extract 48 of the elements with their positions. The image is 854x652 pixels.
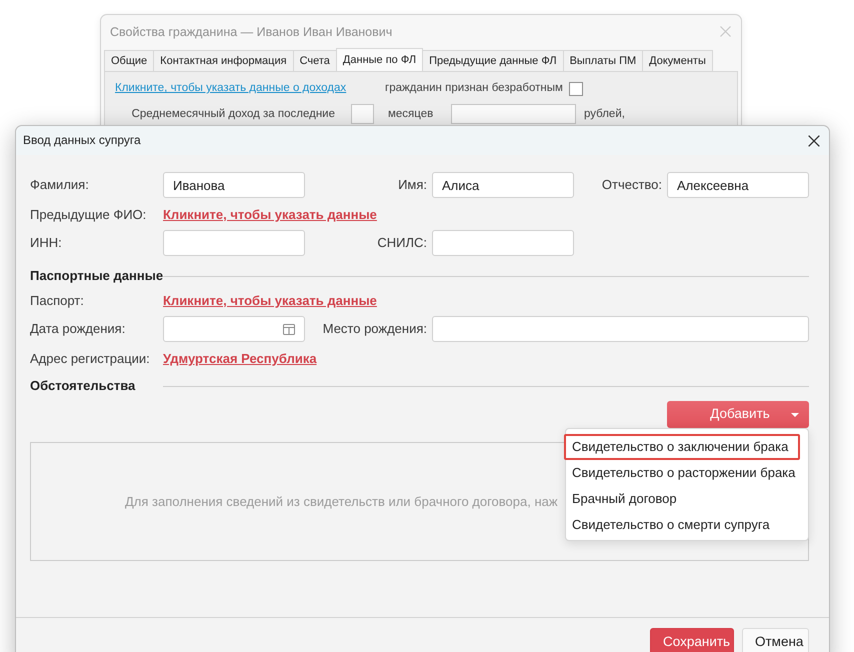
tab[interactable]: Выплаты ПМ (562, 50, 644, 71)
first-name-label: Имя: (398, 177, 427, 193)
menu-item[interactable]: Свидетельство о расторжении брака (564, 460, 800, 486)
birth-date-label: Дата рождения: (30, 321, 126, 337)
patronymic-field[interactable]: Алексеевна (667, 172, 809, 198)
unemployed-checkbox[interactable] (568, 82, 583, 96)
months-label: месяцев (388, 106, 434, 122)
previous-names-label: Предыдущие ФИО: (30, 207, 146, 223)
unemployed-label: гражданин признан безработным (385, 81, 563, 96)
registration-address-label: Адрес регистрации: (30, 351, 150, 367)
registration-address-link[interactable]: Удмуртская Республика (163, 351, 317, 367)
average-income-label: Среднемесячный доход за последние (132, 106, 335, 122)
caret-icon (791, 412, 799, 416)
tab[interactable]: Общие (104, 50, 154, 71)
inn-field[interactable] (163, 230, 305, 256)
snils-field[interactable] (432, 230, 574, 256)
patronymic-label: Отчество: (602, 177, 662, 193)
last-name-field[interactable]: Иванова (163, 172, 305, 198)
inn-label: ИНН: (30, 235, 62, 251)
menu-item[interactable]: Свидетельство о заключении брака (564, 434, 800, 460)
tab[interactable]: Документы (642, 50, 713, 71)
tab[interactable]: Счета (292, 50, 337, 71)
calendar-icon[interactable] (283, 324, 295, 334)
currency-label: рублей, (584, 106, 625, 122)
tab[interactable]: Контактная информация (153, 50, 294, 71)
birth-date-field[interactable] (163, 316, 305, 342)
menu-item[interactable]: Свидетельство о смерти супруга (564, 512, 800, 538)
passport-link[interactable]: Кликните, чтобы указать данные (163, 293, 377, 309)
birth-place-label: Место рождения: (322, 321, 427, 337)
save-button[interactable]: Сохранить (650, 628, 734, 652)
tab[interactable]: Предыдущие данные ФЛ (422, 50, 564, 71)
first-name-field[interactable]: Алиса (432, 172, 574, 198)
birth-place-field[interactable] (432, 316, 809, 342)
close-icon[interactable] (808, 134, 820, 146)
dialog-title: Ввод данных супруга (23, 133, 141, 148)
last-name-label: Фамилия: (30, 177, 89, 193)
tab[interactable]: Данные по ФЛ (336, 48, 424, 71)
cancel-button[interactable]: Отмена (742, 628, 809, 652)
empty-hint-text: Для заполнения сведений из свидетельств или брачного договора, наж (125, 494, 558, 510)
menu-item[interactable]: Брачный договор (564, 486, 800, 512)
previous-names-link[interactable]: Кликните, чтобы указать данные (163, 207, 377, 223)
income-field[interactable] (451, 104, 576, 124)
section-title: Паспортные данные (30, 268, 164, 284)
window-title: Свойства гражданина — Иванов Иван Иванович (110, 24, 392, 40)
section-title: Обстоятельства (30, 378, 136, 394)
months-field[interactable] (351, 104, 374, 124)
snils-label: СНИЛС: (377, 235, 427, 251)
passport-label: Паспорт: (30, 293, 84, 309)
